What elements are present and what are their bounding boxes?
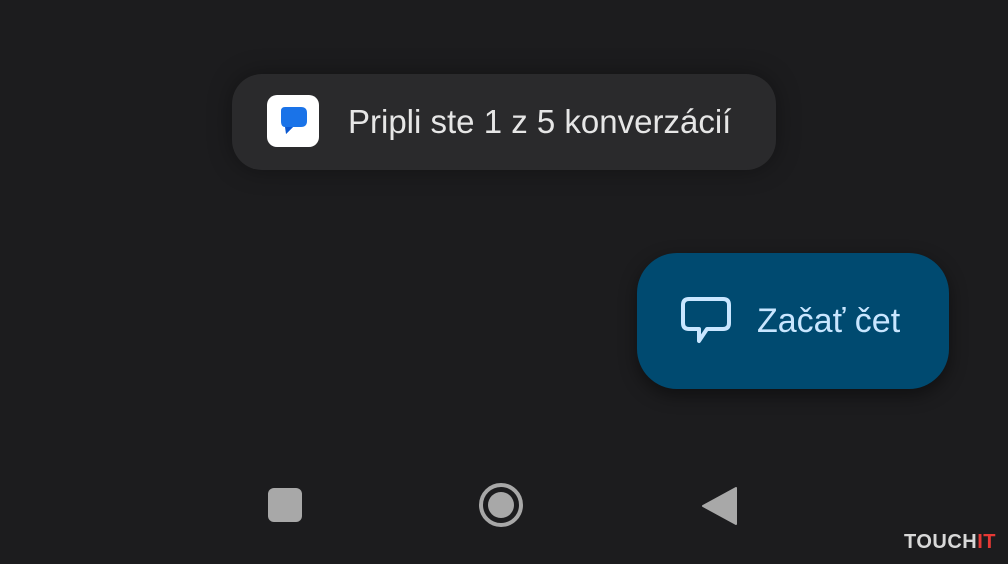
home-button[interactable] bbox=[478, 482, 524, 528]
watermark-logo: TOUCHIT bbox=[904, 531, 996, 554]
messages-icon bbox=[267, 95, 319, 147]
screen: Pripli ste 1 z 5 konverzácií Začať čet T… bbox=[0, 0, 1008, 564]
recents-button[interactable] bbox=[268, 488, 302, 522]
chat-bubble-outline-icon bbox=[681, 297, 731, 343]
start-chat-label: Začať čet bbox=[757, 302, 901, 340]
watermark-text-main: TOUCH bbox=[903, 531, 978, 553]
start-chat-button[interactable]: Začať čet bbox=[637, 253, 949, 389]
toast-message: Pripli ste 1 z 5 konverzácií bbox=[348, 103, 732, 140]
toast-notification: Pripli ste 1 z 5 konverzácií bbox=[232, 74, 776, 170]
back-button[interactable] bbox=[700, 486, 738, 526]
watermark-text-accent: IT bbox=[977, 531, 996, 553]
